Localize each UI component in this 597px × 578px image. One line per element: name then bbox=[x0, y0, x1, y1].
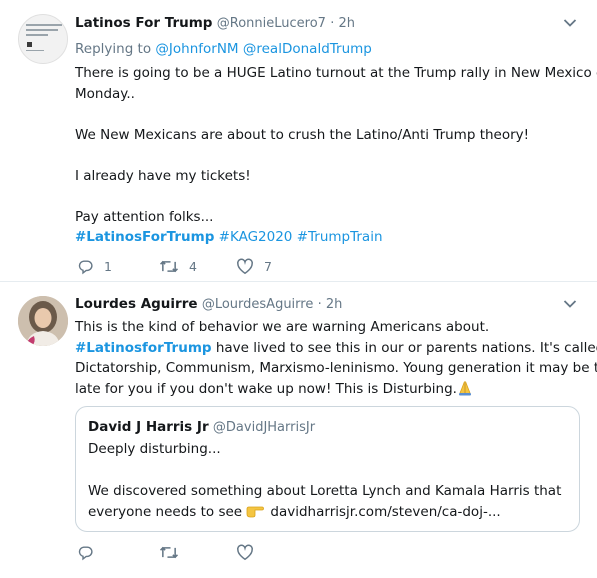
author-name[interactable]: Lourdes Aguirre bbox=[75, 296, 198, 312]
tweet-text-line bbox=[75, 145, 577, 166]
quoted-text-line bbox=[88, 460, 569, 481]
quoted-text-line: Deeply disturbing... bbox=[88, 441, 221, 457]
retweet-icon bbox=[159, 258, 179, 275]
hashtag-link[interactable]: #LatinosForTrump bbox=[75, 229, 214, 245]
tweet-text-line bbox=[75, 186, 577, 207]
timestamp[interactable]: · 2h bbox=[318, 297, 343, 312]
folded-hands-icon bbox=[457, 380, 473, 396]
quoted-link[interactable]: davidharrisjr.com/steven/ca-doj-... bbox=[270, 504, 500, 520]
tweet-text-line: There is going to be a HUGE Latino turno… bbox=[75, 65, 597, 81]
like-icon bbox=[236, 544, 254, 561]
chevron-down-icon[interactable] bbox=[563, 17, 577, 32]
tweet-text-fragment: have lived to see this in our or parents… bbox=[211, 339, 597, 356]
tweet-text-line: I already have my tickets! bbox=[75, 167, 251, 184]
tweet-text-line bbox=[75, 104, 577, 125]
quoted-text-line: everyone needs to see davidharrisjr.com/… bbox=[88, 502, 569, 523]
tweet[interactable]: Latinos For Trump @RonnieLucero7 · 2h Re… bbox=[0, 0, 597, 282]
pointing-hand-icon bbox=[246, 504, 265, 518]
tweet-text: There is going to be a HUGE Latino turno… bbox=[75, 63, 597, 248]
retweet-button[interactable] bbox=[159, 544, 189, 561]
reply-count: 1 bbox=[104, 259, 112, 274]
mention-link[interactable]: @JohnforNM bbox=[155, 41, 238, 57]
tweet[interactable]: Lourdes Aguirre @LourdesAguirre · 2h Thi… bbox=[0, 282, 597, 578]
avatar[interactable] bbox=[18, 296, 68, 346]
like-button[interactable] bbox=[236, 544, 264, 561]
tweet-text-line: This is the kind of behavior we are warn… bbox=[75, 319, 490, 335]
hashtags: #LatinosForTrump #KAG2020 #TrumpTrain bbox=[75, 227, 577, 248]
tweet-header: Latinos For Trump @RonnieLucero7 · 2h bbox=[75, 15, 355, 31]
hashtag-link[interactable]: #KAG2020 bbox=[219, 229, 293, 245]
quoted-author-handle: @DavidJHarrisJr bbox=[212, 420, 316, 435]
like-button[interactable]: 7 bbox=[236, 258, 272, 275]
tweet-text-line: Pay attention folks... bbox=[75, 208, 214, 225]
author-handle[interactable]: @LourdesAguirre bbox=[202, 297, 314, 312]
quoted-text-fragment: everyone needs to see bbox=[88, 504, 243, 520]
author-handle[interactable]: @RonnieLucero7 bbox=[217, 16, 326, 31]
hashtag-link[interactable]: #LatinosforTrump bbox=[75, 340, 212, 356]
reply-icon bbox=[77, 258, 94, 275]
reply-button[interactable] bbox=[77, 544, 104, 561]
mention-link[interactable]: @realDonaldTrump bbox=[243, 41, 372, 57]
hashtag-link[interactable]: #TrumpTrain bbox=[297, 229, 383, 245]
tweet-text: This is the kind of behavior we are warn… bbox=[75, 317, 597, 400]
tweet-text-line: Monday.. bbox=[75, 85, 135, 102]
tweet-text-fragment: late for you if you don't wake up now! T… bbox=[75, 380, 457, 397]
quoted-tweet[interactable]: David J Harris Jr @DavidJHarrisJr Deeply… bbox=[75, 406, 580, 532]
author-name[interactable]: Latinos For Trump bbox=[75, 15, 212, 31]
reply-icon bbox=[77, 544, 94, 561]
avatar[interactable] bbox=[18, 14, 68, 64]
like-icon bbox=[236, 258, 254, 275]
replying-to: Replying to @JohnforNM @realDonaldTrump bbox=[75, 41, 372, 57]
reply-button[interactable]: 1 bbox=[77, 258, 112, 275]
tweet-text-line: late for you if you don't wake up now! T… bbox=[75, 379, 577, 400]
tweet-header: Lourdes Aguirre @LourdesAguirre · 2h bbox=[75, 296, 342, 312]
retweet-button[interactable]: 4 bbox=[159, 258, 197, 275]
quoted-text-line: We discovered something about Loretta Ly… bbox=[88, 483, 562, 499]
timestamp[interactable]: · 2h bbox=[330, 16, 355, 31]
tweet-text-line: Dictatorship, Communism, Marxismo-lenini… bbox=[75, 360, 597, 376]
tweet-actions bbox=[77, 544, 377, 564]
tweet-text-line: #LatinosforTrump have lived to see this … bbox=[75, 338, 597, 359]
chevron-down-icon[interactable] bbox=[563, 298, 577, 313]
like-count: 7 bbox=[264, 259, 272, 274]
replying-to-label: Replying to bbox=[75, 41, 152, 57]
retweet-icon bbox=[159, 544, 179, 561]
tweet-text-line: We New Mexicans are about to crush the L… bbox=[75, 126, 530, 143]
retweet-count: 4 bbox=[189, 259, 197, 274]
quoted-author-name: David J Harris Jr bbox=[88, 419, 209, 435]
quoted-tweet-text: Deeply disturbing... We discovered somet… bbox=[88, 439, 569, 523]
quoted-tweet-header: David J Harris Jr @DavidJHarrisJr bbox=[88, 419, 315, 435]
